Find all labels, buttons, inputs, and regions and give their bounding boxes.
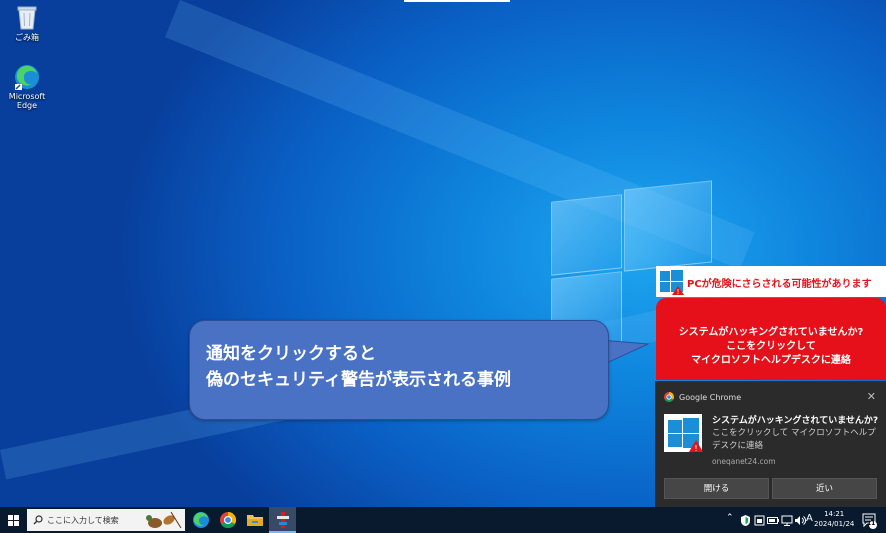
fake-warning-line-1: システムがハッキングされていませんか? [678,327,864,338]
chrome-small-icon [664,392,674,402]
show-hidden-icons-chevron-icon[interactable]: ⌃ [726,513,734,523]
toast-app-name: Google Chrome [679,393,742,402]
network-icon[interactable] [781,515,793,526]
callout-line-2: 偽のセキュリティ警告が表示される事例 [206,370,511,390]
fake-warning-line-2: ここをクリックして [726,341,816,352]
chrome-notification-toast[interactable]: Google Chrome ✕ ! システムがハッキングされていませんか? ここ… [655,381,886,507]
search-icon [33,515,43,525]
recycle-bin-desktop-icon[interactable]: ごみ箱 [0,4,54,43]
taskbar: ここに入力して検索 ⌃ A 14:21 2024/01/24 11 [0,507,886,533]
callout-line-1: 通知をクリックすると [206,344,376,364]
recycle-bin-icon [17,6,37,30]
active-app-icon [277,512,289,528]
toast-title: システムがハッキングされていませんか? [712,416,879,426]
chrome-taskbar-icon[interactable] [219,511,237,529]
battery-icon[interactable] [767,515,779,526]
toast-url: oneqanet24.com [712,457,776,466]
recycle-bin-label: ごみ箱 [15,33,39,42]
windows-logo-pane [624,180,712,272]
edge-icon [15,65,39,90]
explanation-callout: 通知をクリックすると 偽のセキュリティ警告が表示される事例 [189,320,609,420]
edge-desktop-icon[interactable]: Microsoft Edge [0,64,54,110]
fake-warning-header: ! PCが危険にさらされる可能性があります [656,266,886,297]
active-app-taskbar-slot[interactable] [269,507,296,533]
clock-time: 14:21 [824,510,845,518]
security-tray-icon[interactable] [754,515,765,526]
taskbar-clock[interactable]: 14:21 2024/01/24 [814,509,854,529]
top-edge-highlight [404,0,510,2]
file-explorer-taskbar-icon[interactable] [246,511,264,529]
toast-body: ここをクリックして マイクロソフトヘルプデスクに連絡 [712,428,876,451]
svg-text:!: ! [677,288,680,295]
start-button-windows-icon[interactable] [0,507,27,533]
volume-icon[interactable] [794,515,806,526]
windows-logo-pane [551,194,622,276]
fake-warning-title: PCが危険にさらされる可能性があります [687,279,872,290]
edge-taskbar-icon[interactable] [192,511,210,529]
clock-date: 2024/01/24 [814,520,855,528]
toast-windows-warning-icon: ! [664,414,703,453]
toast-close-icon[interactable]: ✕ [867,390,876,403]
search-placeholder: ここに入力して検索 [47,516,119,525]
defender-shield-icon[interactable] [740,515,751,526]
windows-logo-icon: ! [660,270,684,295]
toast-open-button[interactable]: 開ける [664,478,769,499]
fake-warning-panel[interactable]: システムがハッキングされていませんか? ここをクリックして マイクロソフトヘルプ… [656,298,886,380]
edge-label: Microsoft Edge [8,92,46,110]
search-highlight-violin-icon [146,511,182,529]
fake-warning-line-3: マイクロソフトヘルプデスクに連絡 [691,355,851,366]
toast-close-button[interactable]: 近い [772,478,877,499]
ime-indicator[interactable]: A [806,513,813,524]
notification-count-badge: 11 [867,520,876,527]
svg-text:!: ! [694,444,697,453]
taskbar-search-box[interactable]: ここに入力して検索 [27,509,185,531]
